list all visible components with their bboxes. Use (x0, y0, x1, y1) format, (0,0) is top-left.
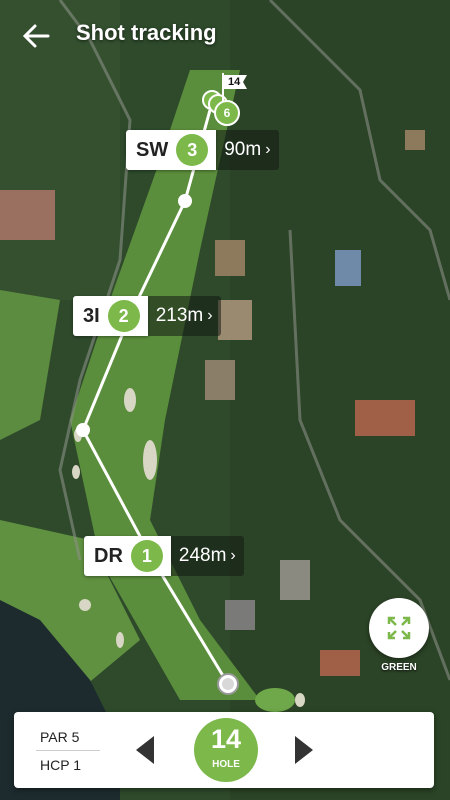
shot-label-1[interactable]: DR 1 248m › (84, 535, 244, 577)
previous-hole-button[interactable] (136, 736, 154, 764)
hcp-value: HCP 1 (40, 757, 81, 773)
next-hole-button[interactable] (295, 736, 313, 764)
par-value: PAR 5 (40, 729, 80, 745)
shot-club: SW (136, 138, 169, 161)
app-header: Shot tracking (0, 0, 450, 72)
hole-badge[interactable]: 14 HOLE (194, 718, 258, 782)
green-view-button[interactable] (369, 598, 429, 658)
shot-club: 3I (83, 304, 100, 327)
flag-hole-number: 14 (228, 76, 241, 88)
shot-club: DR (94, 544, 123, 567)
green-shot-marker[interactable]: 6 (214, 100, 240, 126)
shot-label-2[interactable]: 3I 2 213m › (73, 295, 221, 337)
page-title: Shot tracking (76, 20, 217, 45)
shot-number-badge: 2 (107, 300, 140, 332)
chevron-right-icon: › (265, 141, 271, 158)
expand-icon (387, 616, 411, 640)
hole-label: HOLE (212, 759, 240, 770)
chevron-right-icon: › (207, 307, 213, 324)
shot-distance: 248m (178, 545, 227, 566)
green-button-label: GREEN (381, 662, 417, 673)
shot-number-badge: 3 (176, 134, 209, 166)
shot-label-3[interactable]: SW 3 90m › (126, 129, 279, 171)
back-arrow-icon[interactable] (22, 22, 50, 50)
divider (36, 750, 100, 751)
hole-number: 14 (210, 724, 242, 754)
hole-navigator-panel: PAR 5 HCP 1 14 HOLE (14, 712, 434, 788)
shot-distance: 213m (155, 305, 204, 326)
shot-distance: 90m (224, 139, 262, 160)
shot-number-badge: 1 (130, 540, 163, 572)
chevron-right-icon: › (230, 547, 236, 564)
